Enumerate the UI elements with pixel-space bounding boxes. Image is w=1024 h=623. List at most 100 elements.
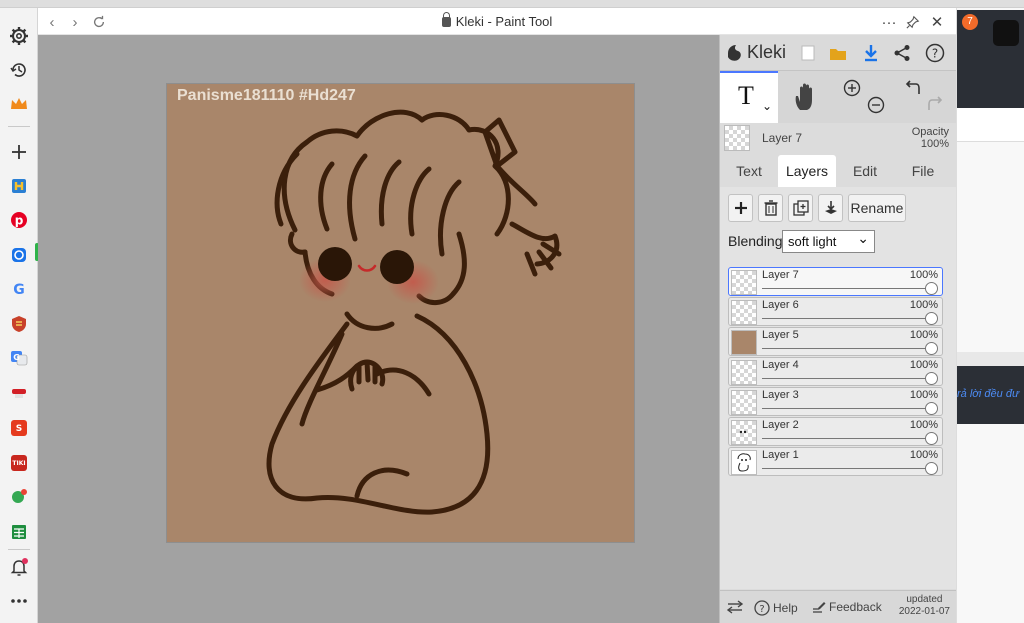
lock-icon: [441, 12, 451, 27]
tab-text[interactable]: Text: [720, 155, 778, 187]
current-layer-name: Layer 7: [762, 131, 803, 145]
tab-layers[interactable]: Layers: [778, 155, 836, 187]
layer-opacity-slider[interactable]: [925, 402, 938, 415]
feedback-button[interactable]: Feedback: [812, 600, 882, 614]
sheets-icon[interactable]: [8, 521, 30, 543]
current-layer-thumb: [724, 125, 750, 151]
browser-sidebar: p G G S TIKI: [0, 8, 39, 623]
svg-text:G: G: [13, 282, 25, 298]
layer-row-3[interactable]: Layer 3 100%: [728, 387, 943, 416]
text-tool-button[interactable]: T ⌄: [720, 71, 778, 123]
help-label: Help: [773, 601, 798, 615]
history-icon[interactable]: [8, 59, 30, 81]
layer-opacity-slider[interactable]: [925, 462, 938, 475]
more-menu-icon[interactable]: ···: [879, 12, 899, 32]
layer-name: Layer 3: [762, 389, 799, 401]
layer-opacity-slider[interactable]: [925, 312, 938, 325]
help-button[interactable]: ? Help: [754, 600, 798, 616]
feedback-label: Feedback: [829, 600, 882, 614]
layer-opacity: 100%: [909, 269, 938, 281]
delete-layer-button[interactable]: [758, 194, 783, 222]
notification-bell-icon[interactable]: [8, 556, 30, 578]
layer-row-4[interactable]: Layer 4 100%: [728, 357, 943, 386]
shopee-icon[interactable]: S: [8, 417, 30, 439]
hand-tool-icon[interactable]: [790, 81, 822, 113]
kleki-logo[interactable]: Kleki: [726, 42, 786, 63]
open-folder-icon[interactable]: [827, 42, 849, 64]
translate-icon[interactable]: G: [8, 347, 30, 369]
crown-icon[interactable]: [8, 93, 30, 115]
window-title: Kleki - Paint Tool: [38, 12, 956, 29]
tab-edit[interactable]: Edit: [836, 155, 894, 187]
tab-file[interactable]: File: [894, 155, 952, 187]
notification-badge[interactable]: 7: [962, 14, 978, 30]
layer-opacity-slider[interactable]: [925, 372, 938, 385]
trash-icon: [764, 200, 777, 216]
tool-row: T ⌄: [720, 71, 957, 123]
updated-info: updated 2022-01-07: [899, 594, 950, 618]
text-tool-icon: T: [738, 81, 754, 110]
layer-name: Layer 7: [762, 269, 799, 281]
panel-footer: ? Help Feedback updated 2022-01-07: [720, 590, 957, 623]
kleki-brand: Kleki: [747, 42, 787, 62]
updated-label: updated: [906, 594, 943, 605]
kleki-logo-icon: [728, 44, 741, 61]
current-layer-preview: Layer 7 Opacity 100%: [720, 123, 957, 153]
layer-name: Layer 5: [762, 329, 799, 341]
background-panel: rả lời đều đư: [957, 366, 1024, 424]
zoom-out-icon[interactable]: [867, 96, 885, 114]
share-icon[interactable]: [891, 42, 913, 64]
add-layer-button[interactable]: [728, 194, 753, 222]
swap-panel-icon[interactable]: [726, 600, 744, 614]
merge-down-button[interactable]: [818, 194, 843, 222]
canvas-area[interactable]: Panisme181110 #Hd247: [38, 35, 719, 623]
google-icon[interactable]: G: [8, 278, 30, 300]
layer-opacity-slider[interactable]: [925, 432, 938, 445]
layer-opacity-slider[interactable]: [925, 282, 938, 295]
svg-text:G: G: [13, 353, 20, 362]
undo-icon[interactable]: [903, 79, 923, 97]
help-circle-icon[interactable]: ?: [924, 42, 946, 64]
layer-row-7[interactable]: Layer 7 100%: [728, 267, 943, 296]
background-app-icon[interactable]: [993, 20, 1019, 46]
drawing-canvas[interactable]: Panisme181110 #Hd247: [166, 83, 635, 543]
more-options-icon[interactable]: [8, 590, 30, 612]
layer-row-5[interactable]: Layer 5 100%: [728, 327, 943, 356]
shield-extension-icon[interactable]: [8, 313, 30, 335]
layer-opacity: 100%: [909, 359, 938, 371]
layer-row-6[interactable]: Layer 6 100%: [728, 297, 943, 326]
rename-layer-button[interactable]: Rename: [848, 194, 906, 222]
layer-row-2[interactable]: Layer 2 100%: [728, 417, 943, 446]
shopee-mini-icon[interactable]: [8, 382, 30, 404]
layer-thumb: [731, 420, 757, 445]
redo-icon[interactable]: [925, 95, 945, 113]
add-icon[interactable]: [8, 141, 30, 163]
chevron-down-icon[interactable]: ⌄: [760, 99, 774, 113]
svg-text:TIKI: TIKI: [12, 460, 25, 467]
layer-row-1[interactable]: Layer 1 100%: [728, 447, 943, 476]
current-layer-opacity: Opacity 100%: [912, 126, 949, 150]
new-image-icon[interactable]: [797, 42, 819, 64]
layer-opacity-track: [762, 288, 932, 289]
download-icon[interactable]: [860, 42, 882, 64]
extension-h-icon[interactable]: [8, 175, 30, 197]
settings-icon[interactable]: [8, 25, 30, 47]
zoom-in-icon[interactable]: [843, 79, 861, 97]
chat-bubble-icon[interactable]: [8, 486, 30, 508]
updated-date: 2022-01-07: [898, 606, 950, 617]
tiki-icon[interactable]: TIKI: [8, 452, 30, 474]
messenger-icon[interactable]: [8, 243, 39, 266]
kleki-side-panel: Kleki ? T ⌄ Layer 7 Opacity 100% Text La…: [719, 35, 957, 623]
layer-opacity-track: [762, 438, 932, 439]
close-icon[interactable]: ✕: [927, 12, 947, 32]
pinterest-icon[interactable]: p: [8, 209, 30, 231]
layer-opacity-slider[interactable]: [925, 342, 938, 355]
layer-thumb-drawing: [737, 453, 751, 472]
window-title-text: Kleki - Paint Tool: [455, 14, 553, 29]
duplicate-layer-button[interactable]: [788, 194, 813, 222]
layer-opacity: 100%: [909, 449, 938, 461]
panel-tabs: Text Layers Edit File: [720, 155, 957, 187]
layer-opacity: 100%: [909, 299, 938, 311]
blending-select[interactable]: soft light: [782, 228, 875, 253]
pin-icon[interactable]: [903, 12, 923, 32]
